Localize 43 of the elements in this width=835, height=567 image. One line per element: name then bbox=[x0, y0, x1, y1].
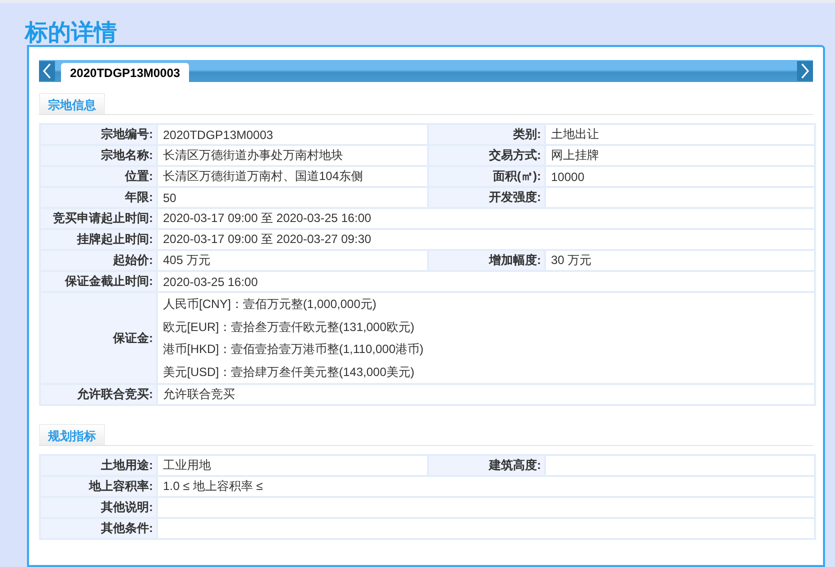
field-label: 宗地名称: bbox=[40, 145, 157, 166]
field-value: 2020-03-17 09:00 至 2020-03-27 09:30 bbox=[157, 229, 815, 250]
field-value: 长清区万德街道办事处万南村地块 bbox=[157, 145, 428, 166]
tab[interactable]: 2020TDGP13M0003 bbox=[61, 63, 190, 82]
field-label: 类别: bbox=[428, 124, 545, 145]
field-value: 2020-03-25 16:00 bbox=[157, 271, 815, 292]
field-value: 50 bbox=[157, 187, 428, 208]
field-label: 面积(㎡): bbox=[428, 166, 545, 187]
field-label: 宗地编号: bbox=[40, 124, 157, 145]
deposit-line: 港币[HKD]：壹佰壹拾壹万港币整(1,110,000港币) bbox=[163, 341, 424, 358]
field-value: 土地出让 bbox=[545, 124, 815, 145]
field-label: 建筑高度: bbox=[428, 455, 545, 476]
chevron-right-icon[interactable] bbox=[797, 61, 813, 81]
field-value: 长清区万德街道万南村、国道104东侧 bbox=[157, 166, 428, 187]
field-value: 1.0 ≤ 地上容积率 ≤ bbox=[157, 476, 815, 497]
field-value: 2020TDGP13M0003 bbox=[157, 124, 428, 145]
field-value: 网上挂牌 bbox=[545, 145, 815, 166]
deposit-line: 欧元[EUR]：壹拾叁万壹仟欧元整(131,000欧元) bbox=[163, 318, 416, 336]
chevron-left-icon[interactable] bbox=[39, 61, 55, 81]
field-label: 挂牌起止时间: bbox=[40, 229, 157, 250]
field-label: 位置: bbox=[40, 166, 157, 187]
field-value: 10000 bbox=[545, 166, 815, 187]
field-label: 地上容积率: bbox=[40, 476, 157, 497]
field-label: 保证金截止时间: bbox=[40, 271, 157, 292]
page-title: 标的详情 bbox=[25, 19, 118, 45]
field-label: 起始价: bbox=[40, 250, 157, 271]
field-label: 其他说明: bbox=[40, 497, 157, 518]
field-label: 其他条件: bbox=[40, 518, 157, 539]
field-label: 土地用途: bbox=[40, 455, 157, 476]
field-label: 年限: bbox=[40, 187, 157, 208]
deposit-line: 美元[USD]：壹拾肆万叁仟美元整(143,000美元) bbox=[163, 364, 416, 380]
field-label: 交易方式: bbox=[428, 145, 545, 166]
field-value: 工业用地 bbox=[157, 455, 428, 476]
deposit-line: 人民币[CNY]：壹佰万元整(1,000,000元) bbox=[163, 296, 378, 313]
field-value: 2020-03-17 09:00 至 2020-03-25 16:00 bbox=[157, 208, 815, 229]
field-value: 允许联合竞买 bbox=[157, 384, 815, 405]
field-label: 竞买申请起止时间: bbox=[40, 208, 157, 229]
field-label: 增加幅度: bbox=[428, 250, 545, 271]
field-value: 405 万元 bbox=[157, 250, 428, 271]
field-label: 保证金: bbox=[40, 292, 157, 384]
field-value: 30 万元 bbox=[545, 250, 815, 271]
field-label: 允许联合竞买: bbox=[40, 384, 157, 405]
field-label: 开发强度: bbox=[428, 187, 545, 208]
